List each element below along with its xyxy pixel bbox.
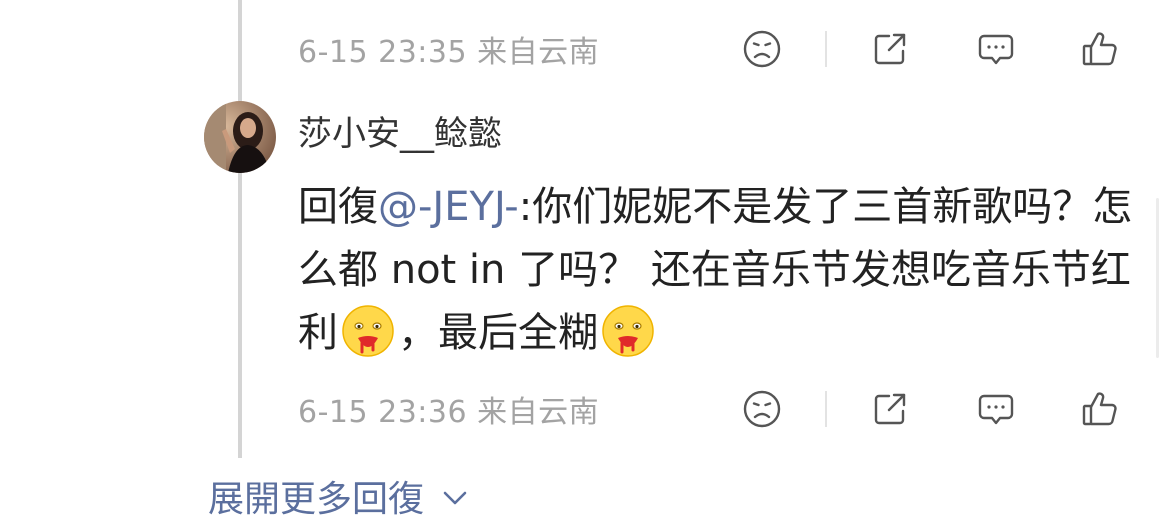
reply-meta-row: 6-15 23:36 来自云南 — [298, 387, 1138, 431]
comment-button[interactable] — [976, 389, 1016, 429]
drooling-face-emoji — [340, 303, 396, 359]
like-button[interactable] — [1080, 389, 1120, 429]
drooling-face-emoji — [600, 303, 656, 359]
expand-more-replies-button[interactable]: 展開更多回復 — [208, 470, 472, 522]
comment-icon — [978, 34, 1014, 65]
user-avatar[interactable] — [204, 101, 276, 173]
expand-label: 展開更多回復 — [208, 479, 425, 520]
thread-line — [238, 0, 242, 458]
username[interactable]: 莎小安__鲶懿 — [298, 106, 502, 155]
sad-face-icon — [743, 390, 781, 428]
share-icon — [874, 393, 906, 425]
reply-timestamp: 6-15 23:36 来自云南 — [298, 395, 600, 430]
comment-icon — [978, 394, 1014, 425]
reply-above-timestamp: 6-15 23:35 来自云南 — [298, 35, 600, 70]
share-button[interactable] — [870, 29, 910, 69]
reply-text-part2: ，最后全糊 — [398, 310, 598, 356]
reply-prefix: 回復 — [298, 184, 378, 230]
reply-content: 回復@-JEYJ-:你们妮妮不是发了三首新歌吗？怎么都 not in 了吗？ 还… — [298, 176, 1138, 365]
avatar-photo — [204, 101, 276, 173]
dislike-button[interactable] — [742, 389, 782, 429]
comment-button[interactable] — [976, 29, 1016, 69]
mention-link[interactable]: @-JEYJ- — [378, 184, 519, 230]
action-separator — [825, 31, 827, 67]
like-button[interactable] — [1080, 29, 1120, 69]
action-separator — [825, 391, 827, 427]
sad-face-icon — [743, 30, 781, 68]
chevron-down-icon — [443, 491, 467, 505]
thumbs-up-icon — [1082, 32, 1117, 66]
dislike-button[interactable] — [742, 29, 782, 69]
share-icon — [874, 33, 906, 65]
scroll-indicator — [1156, 198, 1159, 358]
reply-above-meta-row: 6-15 23:35 来自云南 — [298, 27, 1138, 71]
share-button[interactable] — [870, 389, 910, 429]
thumbs-up-icon — [1082, 392, 1117, 426]
